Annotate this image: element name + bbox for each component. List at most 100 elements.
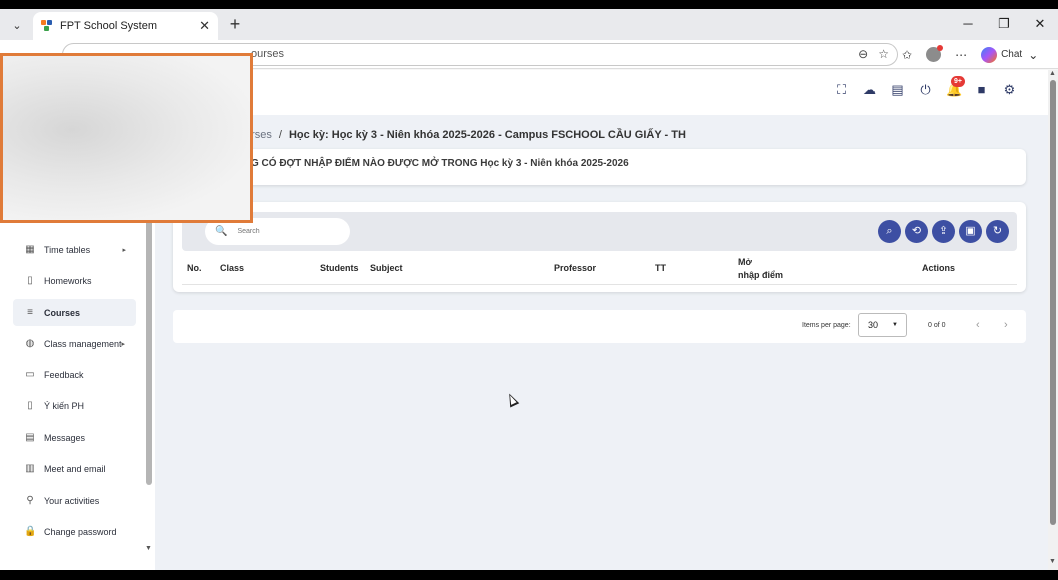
- feedback-icon: ▭: [25, 368, 35, 380]
- window-controls: ─ ❐ ✕: [950, 9, 1058, 40]
- search-input[interactable]: [237, 228, 338, 235]
- pagination-range: 0 of 0: [928, 322, 946, 329]
- refresh-button-icon[interactable]: ↻: [986, 220, 1009, 243]
- notice-text: G CÓ ĐỢT NHẬP ĐIỂM NÀO ĐƯỢC MỞ TRONG Học…: [251, 158, 629, 169]
- fullscreen-icon[interactable]: ⛶: [834, 82, 849, 98]
- cloud-upload-button-icon[interactable]: ⇪: [932, 220, 955, 243]
- sidebar-item-label: Meet and email: [44, 463, 106, 474]
- scroll-up-arrow-icon[interactable]: ▲: [1049, 70, 1056, 77]
- fpt-favicon-icon: [41, 20, 53, 32]
- lock-icon: 🔒: [24, 525, 37, 537]
- notification-badge: 9+: [951, 76, 965, 87]
- more-options-icon[interactable]: ⋯: [955, 48, 967, 62]
- sidebar-item-label: Homeworks: [44, 275, 92, 286]
- sidebar-item-time-tables[interactable]: ▦ Time tables ▸: [13, 236, 136, 263]
- scroll-down-arrow-icon[interactable]: ▼: [1049, 558, 1056, 565]
- sidebar-item-label: Ý kiến PH: [44, 400, 85, 411]
- message-icon: ▤: [25, 431, 35, 443]
- minimize-icon[interactable]: ─: [950, 9, 986, 40]
- save-button-icon[interactable]: ▣: [959, 220, 982, 243]
- search-icon: 🔍: [215, 226, 228, 237]
- tab-close-icon[interactable]: ✕: [199, 18, 210, 34]
- items-per-page-value: 30: [868, 320, 879, 330]
- page-scroll-thumb[interactable]: [1050, 80, 1056, 525]
- browser-toolbar: ✩ ⋯ Chat ⌄: [902, 43, 1038, 66]
- chevron-down-icon[interactable]: ⌄: [1028, 48, 1038, 62]
- breadcrumb-separator: /: [278, 129, 282, 141]
- bell-icon[interactable]: 🔔 9+: [946, 76, 965, 98]
- mouse-cursor: [504, 391, 520, 408]
- previous-page-icon[interactable]: ‹: [976, 319, 980, 331]
- sidebar-item-class-management[interactable]: ◍ Class management ▸: [13, 330, 136, 357]
- favorite-star-icon[interactable]: ☆: [878, 44, 889, 65]
- sidebar-item-label: Feedback: [44, 369, 84, 380]
- sidebar-item-your-activities[interactable]: ⚲ Your activities: [13, 487, 136, 514]
- pagination-bar: Items per page: 30 ▼ 0 of 0 ‹ ›: [173, 310, 1026, 343]
- favorites-icon[interactable]: ✩: [902, 48, 912, 62]
- column-tt: TT: [655, 263, 666, 273]
- items-per-page-select[interactable]: 30 ▼: [858, 313, 907, 337]
- sidebar-item-feedback[interactable]: ▭ Feedback: [13, 361, 136, 388]
- sidebar-item-label: Your activities: [44, 495, 100, 506]
- sidebar-item-messages[interactable]: ▤ Messages: [13, 424, 136, 451]
- url-text: ourses: [251, 48, 285, 60]
- expand-arrow-icon: ▸: [122, 246, 126, 254]
- bookmark-icon: ▯: [27, 399, 33, 411]
- address-bar-icons: ⊖ ☆: [858, 44, 889, 65]
- table-toolbar: 🔍 ⌕ ⟲ ⇪ ▣ ↻: [182, 212, 1017, 251]
- column-subject: Subject: [370, 263, 403, 273]
- column-actions: Actions: [922, 263, 956, 273]
- restore-icon[interactable]: ❐: [986, 9, 1022, 40]
- gear-icon[interactable]: ⚙: [1002, 82, 1017, 98]
- column-students: Students: [320, 263, 359, 273]
- sidebar-item-y-kien-ph[interactable]: ▯ Ý kiến PH: [13, 392, 136, 419]
- notice-banner: G CÓ ĐỢT NHẬP ĐIỂM NÀO ĐƯỢC MỞ TRONG Học…: [173, 149, 1026, 185]
- list-icon: ≡: [27, 306, 33, 318]
- power-icon[interactable]: ⏻: [918, 82, 933, 98]
- new-tab-icon[interactable]: +: [224, 14, 246, 35]
- column-mo-nhap-diem: Mở nhập điểm: [738, 256, 783, 282]
- meet-icon: ▥: [25, 462, 35, 474]
- globe-icon: ◍: [25, 337, 35, 349]
- tab-search-chevron-icon[interactable]: ⌄: [6, 15, 28, 35]
- browser-tab[interactable]: FPT School System ✕: [33, 12, 218, 40]
- column-mo-line2: nhập điểm: [738, 270, 784, 280]
- clipboard-icon[interactable]: ▤: [890, 82, 905, 98]
- search-button-icon[interactable]: ⌕: [878, 220, 901, 243]
- next-page-icon[interactable]: ›: [1004, 319, 1008, 331]
- table-icon: ▦: [25, 243, 35, 255]
- sync-button-icon[interactable]: ⟲: [905, 220, 928, 243]
- courses-table-panel: 🔍 ⌕ ⟲ ⇪ ▣ ↻ No. Class Students Subject P…: [173, 202, 1026, 292]
- sidebar-item-label: Class management: [44, 338, 122, 349]
- chat-icon[interactable]: ■: [974, 82, 989, 98]
- sidebar-item-label: Messages: [44, 432, 86, 443]
- sidebar-item-change-password[interactable]: 🔒 Change password: [13, 518, 136, 545]
- browser-window: ⌄ FPT School System ✕ + ─ ❐ ✕ ourses ⊖ ☆: [0, 9, 1058, 570]
- document-icon: ▯: [27, 274, 33, 286]
- zoom-icon[interactable]: ⊖: [858, 44, 868, 65]
- sidebar-item-label: Change password: [44, 526, 117, 537]
- expand-arrow-icon: ▸: [121, 340, 125, 348]
- column-no: No.: [187, 263, 202, 273]
- cloud-upload-icon[interactable]: ☁: [862, 82, 877, 98]
- column-mo-line1: Mở: [738, 257, 752, 267]
- breadcrumb: urses / Học kỳ: Học kỳ 3 - Niên khóa 2025-…: [245, 129, 686, 141]
- table-header-row: No. Class Students Subject Professor TT …: [182, 251, 1017, 285]
- profile-avatar[interactable]: [926, 45, 944, 62]
- activity-icon: ⚲: [26, 494, 34, 506]
- tab-title: FPT School System: [60, 20, 157, 32]
- sidebar-item-label: Time tables: [44, 244, 91, 255]
- sidebar-item-meet-and-email[interactable]: ▥ Meet and email: [13, 455, 136, 482]
- dropdown-caret-icon: ▼: [892, 322, 898, 328]
- window-close-icon[interactable]: ✕: [1022, 9, 1058, 40]
- sidebar-item-courses[interactable]: ≡ Courses: [13, 299, 136, 326]
- copilot-icon[interactable]: [981, 46, 998, 63]
- scroll-down-arrow-icon[interactable]: ▼: [145, 545, 152, 552]
- chat-label[interactable]: Chat: [1001, 49, 1022, 60]
- sidebar-item-homeworks[interactable]: ▯ Homeworks: [13, 267, 136, 294]
- toolbar-action-buttons: ⌕ ⟲ ⇪ ▣ ↻: [878, 220, 1009, 243]
- sidebar-item-label: Courses: [44, 307, 81, 318]
- breadcrumb-current: Học kỳ: Học kỳ 3 - Niên khóa 2025-2026 -…: [288, 129, 686, 141]
- page-scrollbar[interactable]: ▲ ▼: [1048, 70, 1058, 570]
- topbar-icons: ⛶ ☁ ▤ ⏻ 🔔 9+ ■ ⚙: [834, 76, 1017, 98]
